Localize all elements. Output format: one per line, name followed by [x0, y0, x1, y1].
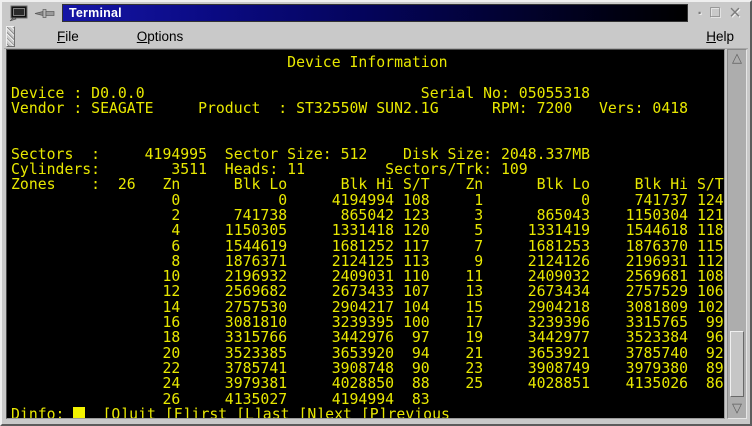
window-title: Terminal [63, 6, 122, 20]
scrollbar[interactable]: △ ▽ [727, 49, 747, 419]
titlebar-gradient[interactable]: Terminal [62, 4, 688, 22]
menu-help[interactable]: Help [700, 27, 740, 46]
close-icon[interactable]: × [724, 2, 746, 25]
terminal-text: Device Information Device : D0.0.0 Seria… [7, 50, 724, 407]
status-commands: [Q]uit [F]irst [L]ast [N]ext [P]revious [102, 407, 449, 419]
menu-file[interactable]: File [51, 27, 85, 46]
terminal-window: Terminal · □ × File Options Help Device … [0, 0, 752, 426]
scroll-down-icon[interactable]: ▽ [728, 402, 746, 416]
status-line: Dinfo: [Q]uit [F]irst [L]ast [N]ext [P]re… [7, 407, 724, 419]
terminal-screen[interactable]: Device Information Device : D0.0.0 Seria… [6, 49, 725, 419]
status-prompt: Dinfo: [11, 407, 64, 419]
minimize-icon[interactable]: · [694, 5, 706, 22]
maximize-icon[interactable]: □ [706, 4, 724, 22]
text-cursor [73, 407, 85, 419]
menu-grip-handle[interactable] [6, 26, 15, 47]
scrollbar-thumb[interactable] [730, 331, 744, 397]
scroll-up-icon[interactable]: △ [728, 52, 746, 66]
titlebar[interactable]: Terminal · □ × [4, 3, 748, 23]
menubar: File Options Help [4, 24, 748, 49]
pin-icon[interactable] [34, 7, 56, 20]
menu-options[interactable]: Options [131, 27, 190, 46]
terminal-app-icon [8, 5, 30, 22]
